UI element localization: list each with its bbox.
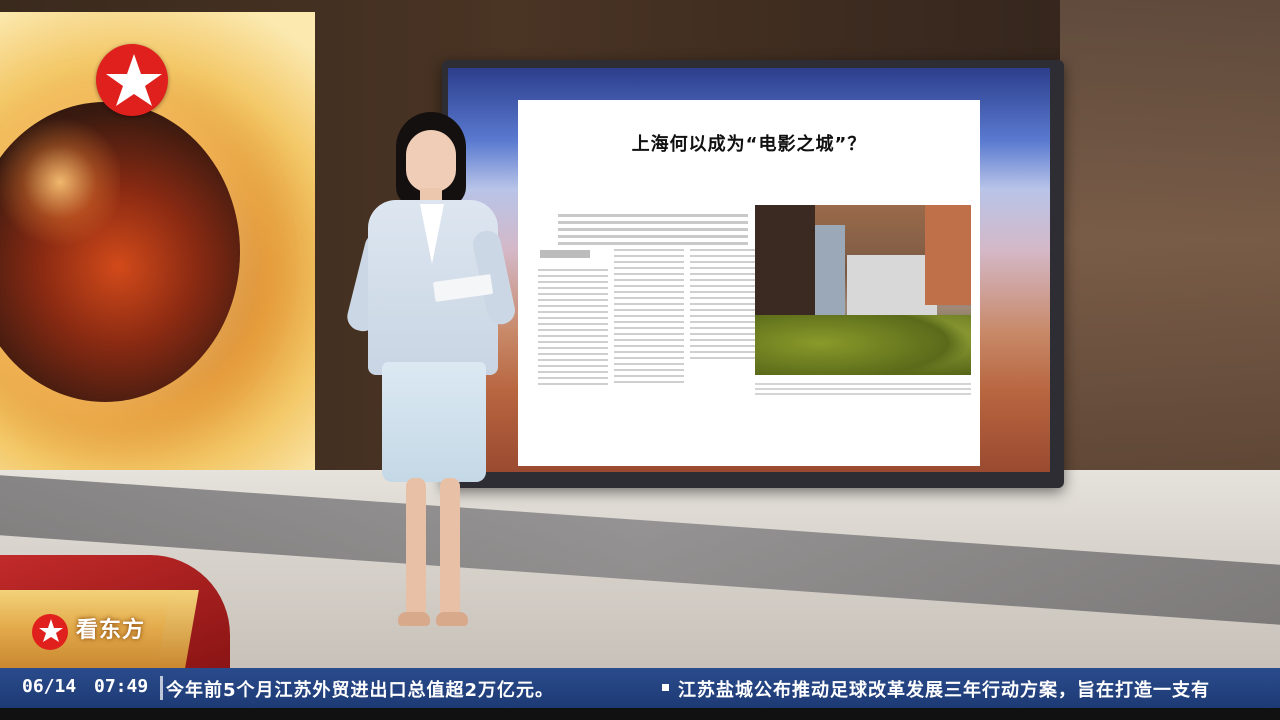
- program-logo-icon: [32, 614, 68, 650]
- ticker-headline-1: 今年前5个月江苏外贸进出口总值超2万亿元。: [166, 680, 555, 701]
- news-anchor: [344, 112, 518, 652]
- article-column-2: [614, 245, 684, 387]
- ticker-time: 07:49: [94, 676, 149, 697]
- photo-caption: [755, 380, 971, 398]
- newspaper-headline: 上海何以成为“电影之城”？: [631, 134, 867, 155]
- program-title: 看东方: [76, 618, 146, 643]
- news-ticker: 06/14 07:49 今年前5个月江苏外贸进出口总值超2万亿元。 江苏盐城公布…: [0, 668, 1280, 708]
- ticker-date: 06/14: [22, 676, 77, 697]
- ticker-separator: [160, 676, 163, 700]
- channel-logo: [96, 44, 168, 116]
- ticker-headline-2: 江苏盐城公布推动足球改革发展三年行动方案，旨在打造一支有: [678, 680, 1210, 701]
- article-subhead: [540, 250, 590, 258]
- star-icon: [106, 54, 162, 106]
- shanghai-buildings-photo: [755, 205, 971, 375]
- newspaper-page: 上海何以成为“电影之城”？: [518, 100, 980, 466]
- article-column-1: [538, 265, 608, 389]
- city-lights-glow: [0, 112, 120, 252]
- studio-scene: 上海何以成为“电影之城”？ 看东方 06/14 07:49 今年前5个月江苏外贸…: [0, 0, 1280, 720]
- article-lead-text: [558, 210, 748, 249]
- article-column-3: [690, 245, 760, 363]
- bottom-edge: [0, 708, 1280, 720]
- ticker-bullet-icon: [662, 684, 669, 691]
